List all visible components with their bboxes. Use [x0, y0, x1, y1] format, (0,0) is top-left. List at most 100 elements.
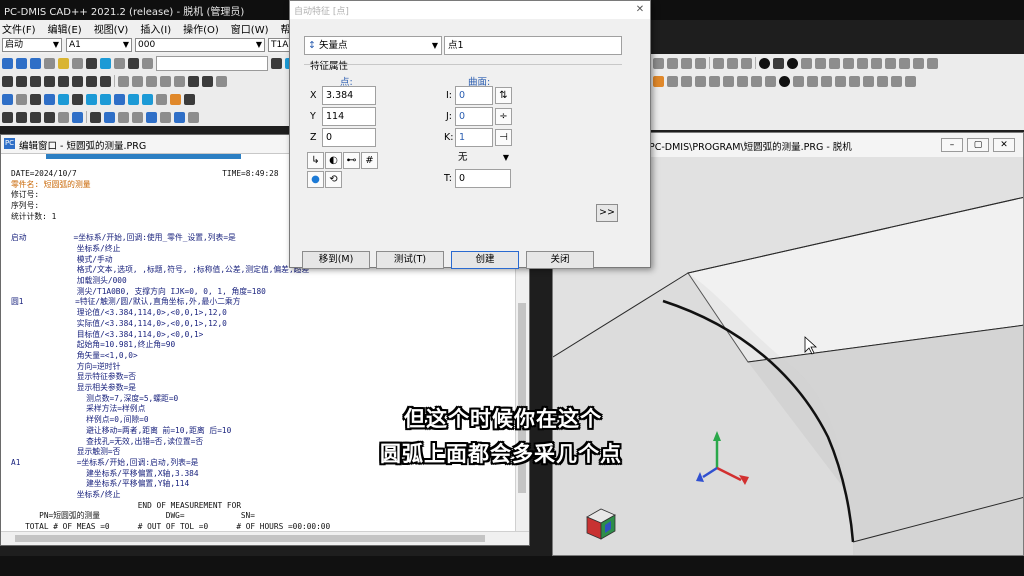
- tool-icon[interactable]: [667, 75, 678, 87]
- flip-vector-icon[interactable]: ÷: [495, 108, 512, 125]
- horizontal-scrollbar[interactable]: [1, 531, 529, 545]
- tool-icon[interactable]: [913, 57, 924, 69]
- code-line[interactable]: 显示触测=否: [11, 448, 121, 457]
- code-line[interactable]: 序列号:: [11, 201, 39, 211]
- code-line[interactable]: 格式/文本,选项, ,标题,符号, ;标称值,公差,测定值,偏差,超差: [11, 266, 310, 275]
- tool-icon[interactable]: [871, 57, 882, 69]
- feature-icon[interactable]: [118, 111, 129, 123]
- feature-icon[interactable]: [160, 75, 171, 87]
- run-icon[interactable]: ●: [307, 171, 324, 188]
- feature-icon[interactable]: [160, 111, 171, 123]
- menu-window[interactable]: 窗口(W): [231, 21, 269, 36]
- tool-icon[interactable]: [709, 75, 720, 87]
- save-icon[interactable]: [30, 57, 41, 69]
- record-icon[interactable]: [759, 57, 770, 69]
- tool-icon[interactable]: [863, 75, 874, 87]
- sphere-icon[interactable]: [100, 75, 111, 87]
- view-icon[interactable]: [100, 93, 111, 105]
- tool-icon[interactable]: [695, 75, 706, 87]
- feature-id-field[interactable]: 点1: [444, 36, 622, 55]
- plane-icon[interactable]: [30, 111, 41, 123]
- feature-icon[interactable]: [118, 75, 129, 87]
- find-vector-icon[interactable]: ⊣: [495, 129, 512, 146]
- thickness-select[interactable]: 无 ▼: [455, 149, 511, 168]
- code-line[interactable]: 显示相关参数=是: [11, 383, 136, 393]
- code-line[interactable]: 测点数=7,深度=5,螺距=0: [11, 394, 178, 404]
- z-field[interactable]: 0: [322, 128, 376, 147]
- tool-icon[interactable]: [829, 57, 840, 69]
- menu-view[interactable]: 视图(V): [94, 21, 129, 36]
- tool-icon[interactable]: [765, 75, 776, 87]
- code-line[interactable]: 圆1 =特征/触测/圆/默认,直角坐标,外,最小二乘方: [11, 298, 241, 307]
- code-line[interactable]: A1 =坐标系/开始,回调:启动,列表=是: [11, 458, 198, 468]
- view-icon[interactable]: [156, 93, 167, 105]
- view-icon[interactable]: [128, 93, 139, 105]
- tool-icon[interactable]: [727, 57, 738, 69]
- code-line[interactable]: 显示特征参数=否: [11, 373, 136, 382]
- tool-icon[interactable]: [72, 57, 83, 69]
- tool-icon[interactable]: [737, 75, 748, 87]
- tool-icon[interactable]: [835, 75, 846, 87]
- tool-icon[interactable]: [927, 57, 938, 69]
- code-line[interactable]: END OF MEASUREMENT FOR: [11, 501, 241, 511]
- tool-icon[interactable]: [899, 57, 910, 69]
- view-icon[interactable]: [86, 93, 97, 105]
- point-options-icon[interactable]: ↳: [307, 152, 324, 169]
- rotate-icon[interactable]: [58, 93, 69, 105]
- code-line[interactable]: 修订号:: [11, 191, 39, 200]
- tool-icon[interactable]: [815, 57, 826, 69]
- feature-icon[interactable]: [58, 111, 69, 123]
- feature-icon[interactable]: [132, 75, 143, 87]
- tool-icon[interactable]: [713, 57, 724, 69]
- maximize-button[interactable]: ▢: [967, 138, 989, 152]
- menu-operation[interactable]: 操作(O): [183, 21, 219, 36]
- view-select[interactable]: 000 ▼: [135, 38, 265, 52]
- t-field[interactable]: 0: [455, 169, 511, 188]
- feature-icon[interactable]: [174, 75, 185, 87]
- tool-icon[interactable]: [793, 75, 804, 87]
- code-line[interactable]: 方向=逆时针: [11, 362, 121, 372]
- tool-icon[interactable]: [891, 75, 902, 87]
- camera-icon[interactable]: [16, 93, 27, 105]
- code-line[interactable]: 角矢量=<1,0,0>: [11, 351, 138, 361]
- view-icon[interactable]: [184, 93, 195, 105]
- tool-icon[interactable]: [807, 75, 818, 87]
- cone-icon[interactable]: [86, 75, 97, 87]
- feature-icon[interactable]: [216, 75, 227, 87]
- code-line[interactable]: 样例点=0,间隙=0: [11, 415, 148, 425]
- feature-icon[interactable]: [146, 111, 157, 123]
- i-field[interactable]: 0: [455, 86, 493, 105]
- code-line[interactable]: 启动 =坐标系/开始,回调:使用_零件_设置,列表=是: [11, 234, 236, 243]
- tool-icon[interactable]: [667, 57, 678, 69]
- scroll-thumb[interactable]: [15, 535, 485, 542]
- view-icon[interactable]: [114, 93, 125, 105]
- arrow-up-icon[interactable]: [90, 111, 101, 123]
- code-line[interactable]: 理论值/<3.384,114,0>,<0,0,1>,12,0: [11, 308, 227, 318]
- execute-icon[interactable]: [128, 57, 139, 69]
- menu-edit[interactable]: 编辑(E): [48, 21, 82, 36]
- measure-icon[interactable]: [100, 57, 111, 69]
- code-line[interactable]: 建坐标系/平移偏置,Y轴,114: [11, 480, 189, 489]
- k-field[interactable]: 1: [455, 128, 493, 147]
- feature-icon[interactable]: [188, 111, 199, 123]
- edge-options-icon[interactable]: ⊷: [343, 152, 360, 169]
- tool-icon[interactable]: [681, 57, 692, 69]
- tool-icon[interactable]: [142, 57, 153, 69]
- record-icon[interactable]: [779, 75, 790, 87]
- tool-icon[interactable]: [741, 57, 752, 69]
- line-icon[interactable]: [2, 111, 13, 123]
- code-line[interactable]: 起始角=10.981,终止角=90: [11, 341, 175, 350]
- code-line[interactable]: 加载测头/000: [11, 276, 127, 286]
- menu-insert[interactable]: 插入(I): [140, 21, 171, 36]
- new-file-icon[interactable]: [2, 57, 13, 69]
- alignment-select[interactable]: A1 ▼: [66, 38, 132, 52]
- feature-icon[interactable]: [104, 111, 115, 123]
- reverse-vector-icon[interactable]: ⇅: [495, 87, 512, 104]
- mode-select[interactable]: 启动 ▼: [2, 38, 62, 52]
- folder-icon[interactable]: [58, 57, 69, 69]
- x-field[interactable]: 3.384: [322, 86, 376, 105]
- code-line[interactable]: 坐标系/终止: [11, 244, 121, 254]
- test-button[interactable]: 测试(T): [376, 251, 444, 269]
- circle-icon[interactable]: [44, 111, 55, 123]
- menu-file[interactable]: 文件(F): [2, 21, 36, 36]
